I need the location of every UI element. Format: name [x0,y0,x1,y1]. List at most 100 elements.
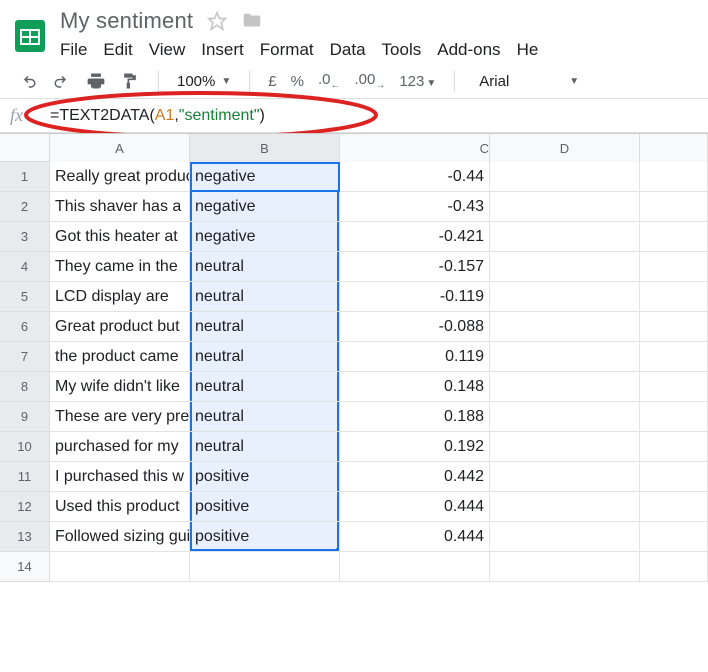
cell[interactable]: 0.444 [340,492,490,522]
paint-format-icon[interactable] [120,71,140,91]
cell[interactable] [50,552,190,582]
cell[interactable]: -0.44 [340,162,490,192]
cell[interactable]: positive [190,462,340,492]
menu-insert[interactable]: Insert [201,40,244,60]
selection-handle[interactable] [336,548,340,552]
cell[interactable]: negative [190,162,340,192]
cell[interactable] [340,552,490,582]
row-header[interactable]: 9 [0,402,50,432]
cell[interactable]: 0.148 [340,372,490,402]
cell[interactable]: 0.119 [340,342,490,372]
star-icon[interactable] [207,11,227,31]
menu-data[interactable]: Data [330,40,366,60]
cell[interactable] [490,162,640,192]
cell[interactable]: These are very pretty [50,402,190,432]
col-header-D[interactable]: D [490,134,640,162]
cell[interactable]: neutral [190,372,340,402]
cell[interactable]: This shaver has a [50,192,190,222]
cell[interactable]: -0.43 [340,192,490,222]
increase-decimal-button[interactable]: .00→ [354,71,385,91]
cell[interactable]: -0.421 [340,222,490,252]
row-header[interactable]: 4 [0,252,50,282]
zoom-select[interactable]: 100%▼ [177,73,231,90]
undo-icon[interactable] [18,72,38,90]
cell[interactable] [640,372,708,402]
cell[interactable] [490,402,640,432]
cell[interactable]: Used this product [50,492,190,522]
cell[interactable] [640,342,708,372]
cell[interactable] [640,222,708,252]
cell[interactable] [640,252,708,282]
cell[interactable] [190,552,340,582]
menu-format[interactable]: Format [260,40,314,60]
cell[interactable]: Great product but [50,312,190,342]
cell[interactable]: positive [190,522,340,552]
cell[interactable]: neutral [190,432,340,462]
cell[interactable]: Really great product for [50,162,190,192]
menu-tools[interactable]: Tools [382,40,422,60]
cell[interactable]: Got this heater at [50,222,190,252]
cell[interactable] [490,192,640,222]
font-select[interactable]: Arial▼ [479,73,579,90]
formula-text[interactable]: =TEXT2DATA(A1,"sentiment") [50,107,265,125]
row-header[interactable]: 10 [0,432,50,462]
sheets-logo[interactable] [10,8,50,62]
select-all-corner[interactable] [0,134,50,161]
cell[interactable]: neutral [190,252,340,282]
cell[interactable] [640,492,708,522]
cell[interactable] [640,162,708,192]
cell[interactable]: neutral [190,342,340,372]
cell[interactable]: -0.119 [340,282,490,312]
cell[interactable] [640,522,708,552]
menu-help[interactable]: He [517,40,539,60]
menu-edit[interactable]: Edit [103,40,132,60]
row-header[interactable]: 1 [0,162,50,192]
menu-file[interactable]: File [60,40,87,60]
cell[interactable] [640,312,708,342]
spreadsheet-grid[interactable]: A B C D 1Really great product fornegativ… [0,133,708,582]
col-header-A[interactable]: A [50,134,190,162]
cell[interactable]: negative [190,192,340,222]
row-header[interactable]: 13 [0,522,50,552]
folder-icon[interactable] [241,10,263,32]
cell[interactable]: purchased for my [50,432,190,462]
cell[interactable] [490,522,640,552]
cell[interactable]: Followed sizing guide [50,522,190,552]
cell[interactable]: My wife didn't like [50,372,190,402]
print-icon[interactable] [86,71,106,91]
decrease-decimal-button[interactable]: .0← [318,71,341,91]
menu-addons[interactable]: Add-ons [437,40,500,60]
row-header[interactable]: 6 [0,312,50,342]
col-header-B[interactable]: B [190,134,340,162]
row-header[interactable]: 5 [0,282,50,312]
cell[interactable]: 0.192 [340,432,490,462]
col-header-C[interactable]: C [340,134,490,162]
cell[interactable] [490,252,640,282]
menu-view[interactable]: View [149,40,186,60]
cell[interactable] [490,342,640,372]
cell[interactable]: positive [190,492,340,522]
cell[interactable] [640,282,708,312]
cell[interactable]: 0.444 [340,522,490,552]
row-header[interactable]: 12 [0,492,50,522]
cell[interactable]: neutral [190,312,340,342]
row-header[interactable]: 7 [0,342,50,372]
formula-bar[interactable]: fx =TEXT2DATA(A1,"sentiment") [0,99,708,133]
number-format-button[interactable]: 123▼ [399,73,436,90]
cell[interactable] [490,462,640,492]
cell[interactable]: They came in the [50,252,190,282]
cell[interactable]: neutral [190,402,340,432]
cell[interactable] [490,432,640,462]
cell[interactable] [640,402,708,432]
col-header-extra[interactable] [640,134,708,162]
cell[interactable] [640,192,708,222]
doc-title[interactable]: My sentiment [60,8,193,34]
cell[interactable] [640,552,708,582]
row-header[interactable]: 2 [0,192,50,222]
cell[interactable]: LCD display are [50,282,190,312]
currency-button[interactable]: £ [268,73,276,90]
cell[interactable] [490,222,640,252]
cell[interactable]: 0.188 [340,402,490,432]
cell[interactable]: the product came [50,342,190,372]
row-header[interactable]: 14 [0,552,50,582]
